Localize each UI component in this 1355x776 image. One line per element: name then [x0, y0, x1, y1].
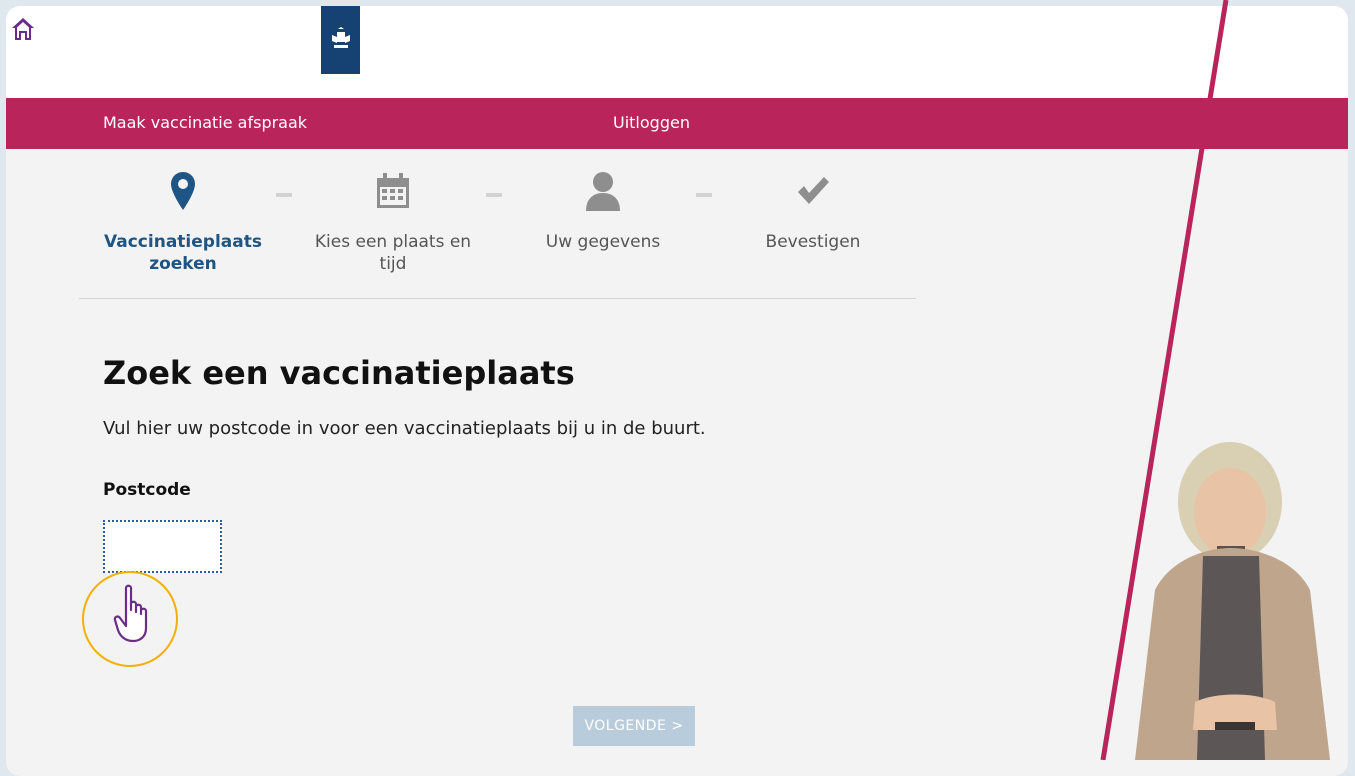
step-label: Uw gegevens [545, 232, 661, 252]
home-icon[interactable] [10, 16, 36, 42]
logout-link[interactable]: Uitloggen [613, 113, 690, 132]
coat-of-arms-icon [331, 27, 350, 48]
postcode-input[interactable] [103, 520, 222, 573]
make-appointment-link[interactable]: Maak vaccinatie afspraak [103, 113, 307, 132]
step-label: Kies een plaats en tijd [314, 232, 472, 274]
step-bevestigen: Bevestigen [713, 169, 913, 253]
top-bar [6, 6, 1348, 98]
hand-pointer-icon [113, 584, 148, 643]
step-label: Vaccinatieplaats zoeken [104, 232, 262, 274]
step-plaats-tijd: Kies een plaats en tijd [293, 169, 493, 275]
step-separator [696, 193, 712, 197]
sign-language-interpreter-image [1135, 442, 1330, 760]
map-pin-icon [171, 172, 195, 210]
intro-text: Vul hier uw postcode in voor een vaccina… [103, 418, 706, 439]
progress-steps: Vaccinatieplaats zoeken Kies een plaats … [6, 149, 1006, 299]
nav-bar: Maak vaccinatie afspraak Uitloggen [6, 98, 1348, 149]
rijksoverheid-logo [321, 6, 360, 74]
calendar-icon [377, 173, 409, 208]
step-separator [276, 193, 292, 197]
person-icon [586, 172, 620, 211]
page-title: Zoek een vaccinatieplaats [103, 354, 575, 392]
step-gegevens: Uw gegevens [503, 169, 703, 253]
step-label: Bevestigen [765, 232, 861, 252]
checkmark-icon [798, 177, 829, 204]
divider [79, 298, 916, 299]
next-button[interactable]: VOLGENDE > [573, 706, 695, 746]
step-separator [486, 193, 502, 197]
postcode-label: Postcode [103, 480, 191, 500]
step-vaccinatieplaats: Vaccinatieplaats zoeken [83, 169, 283, 275]
